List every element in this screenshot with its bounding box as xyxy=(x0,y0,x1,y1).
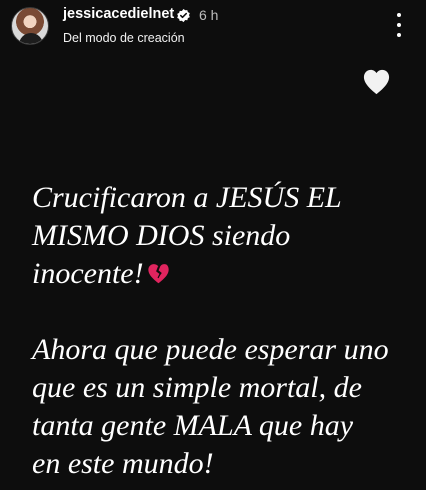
username[interactable]: jessicacedielnet xyxy=(63,6,174,22)
verified-badge-icon xyxy=(177,8,190,23)
avatar-shoulders xyxy=(19,33,43,44)
story-line-text: inocente! xyxy=(32,257,144,290)
broken-heart-icon xyxy=(147,264,169,284)
creation-mode-label[interactable]: Del modo de creación xyxy=(63,31,185,45)
story-line: tanta gente MALA que hay xyxy=(32,409,354,442)
story-paragraph-2: Ahora que puede esperar uno que es un si… xyxy=(32,331,416,483)
story-line: MISMO DIOS siendo xyxy=(32,219,291,252)
story-line: Crucificaron a JESÚS EL xyxy=(32,181,342,214)
profile-avatar[interactable] xyxy=(11,7,49,45)
story-line: en este mundo! xyxy=(32,447,214,480)
story-line: Ahora que puede esperar uno xyxy=(32,333,389,366)
story-viewer: jessicacedielnet 6 h Del modo de creació… xyxy=(0,0,426,490)
story-line: que es un simple mortal, de xyxy=(32,371,362,404)
post-time: 6 h xyxy=(199,7,219,23)
story-header: jessicacedielnet 6 h Del modo de creació… xyxy=(0,0,426,56)
white-heart-icon[interactable] xyxy=(361,66,392,97)
story-line-with-emoji: inocente! xyxy=(32,255,416,293)
story-paragraph-1: Crucificaron a JESÚS EL MISMO DIOS siend… xyxy=(32,179,416,293)
more-options-icon[interactable] xyxy=(392,12,406,38)
